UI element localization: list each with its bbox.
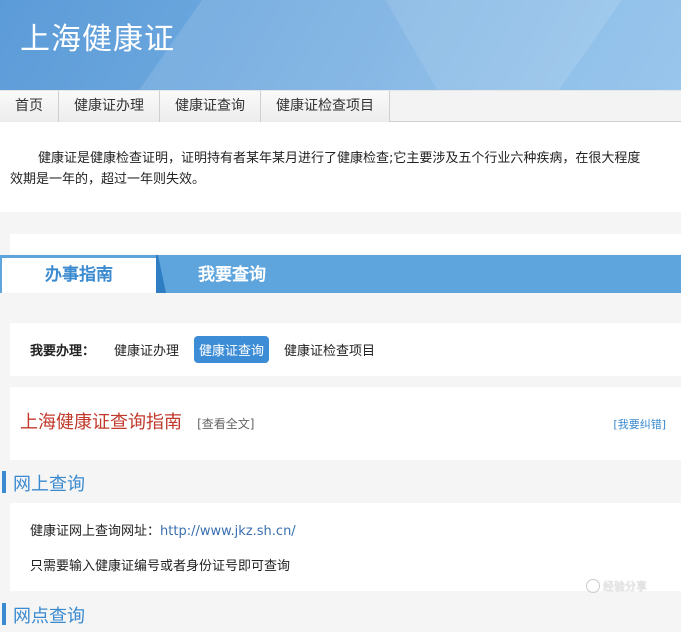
section-marker bbox=[2, 603, 6, 625]
tab-bar: 办事指南 我要查询 bbox=[0, 255, 681, 293]
watermark: 经验分享 bbox=[586, 578, 647, 594]
report-error-link[interactable]: [我要纠错] bbox=[613, 416, 666, 432]
query-note: 只需要输入健康证编号或者身份证号即可查询 bbox=[30, 559, 291, 574]
intro-line: 健康证是健康检查证明，证明持有者某年某月进行了健康检查;它主要涉及五个行业六种疾… bbox=[38, 151, 641, 166]
tab-guide[interactable]: 办事指南 bbox=[2, 258, 156, 293]
url-label: 健康证网上查询网址： bbox=[30, 524, 161, 539]
selector-option-exam-items[interactable]: 健康证检查项目 bbox=[279, 336, 380, 363]
spacer bbox=[0, 212, 681, 234]
selector-label: 我要办理： bbox=[30, 344, 96, 359]
nav-item-query[interactable]: 健康证查询 bbox=[160, 91, 261, 122]
guide-header: 上海健康证查询指南 [查看全文] [我要纠错] bbox=[10, 387, 681, 460]
section-online-query: 网上查询 bbox=[0, 463, 681, 503]
nav-item-apply[interactable]: 健康证办理 bbox=[59, 91, 160, 122]
url-row: 健康证网上查询网址：http://www.jkz.sh.cn/ bbox=[30, 521, 681, 542]
view-all-link[interactable]: [查看全文] bbox=[197, 417, 254, 431]
spacer bbox=[10, 234, 681, 254]
watermark-logo-icon bbox=[586, 579, 600, 593]
intro-text: 健康证是健康检查证明，证明持有者某年某月进行了健康检查;它主要涉及五个行业六种疾… bbox=[0, 122, 681, 212]
service-selector: 我要办理： 健康证办理 健康证查询 健康证检查项目 bbox=[10, 323, 681, 376]
intro-line: 效期是一年的，超过一年则失效。 bbox=[10, 172, 206, 187]
online-query-content: 健康证网上查询网址：http://www.jkz.sh.cn/ 只需要输入健康证… bbox=[10, 503, 681, 591]
section-title: 网上查询 bbox=[13, 474, 85, 495]
tab-query[interactable]: 我要查询 bbox=[198, 255, 266, 293]
section-outlet-query: 网点查询 bbox=[0, 595, 681, 632]
guide-title: 上海健康证查询指南 bbox=[20, 412, 182, 433]
site-title[interactable]: 上海健康证 bbox=[20, 14, 175, 58]
section-title: 网点查询 bbox=[13, 606, 85, 627]
selector-option-apply[interactable]: 健康证办理 bbox=[109, 336, 184, 363]
tab-divider bbox=[156, 255, 166, 293]
watermark-text: 经验分享 bbox=[603, 580, 647, 593]
selector-option-query[interactable]: 健康证查询 bbox=[194, 336, 270, 363]
nav-item-exam-items[interactable]: 健康证检查项目 bbox=[261, 91, 390, 122]
query-url-link[interactable]: http://www.jkz.sh.cn/ bbox=[160, 524, 296, 539]
site-header: 上海健康证 bbox=[0, 0, 681, 90]
main-nav: 首页 健康证办理 健康证查询 健康证检查项目 bbox=[0, 90, 681, 122]
nav-item-home[interactable]: 首页 bbox=[0, 91, 59, 122]
section-marker bbox=[2, 471, 6, 493]
